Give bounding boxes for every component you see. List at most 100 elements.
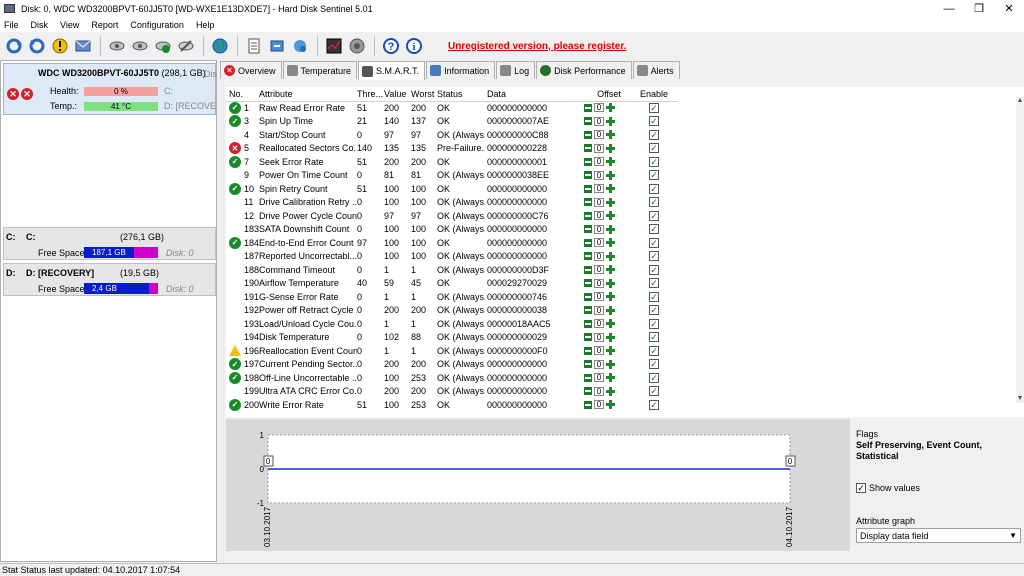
smart-row[interactable]: 194Disk Temperature010288OK (Always...00… <box>226 331 678 345</box>
checkbox-check-icon[interactable]: ✓ <box>856 483 866 493</box>
minus-icon[interactable] <box>584 306 592 315</box>
checkbox-check-icon[interactable]: ✓ <box>649 318 659 329</box>
plus-icon[interactable] <box>606 373 615 383</box>
plus-icon[interactable] <box>606 319 615 329</box>
disk-ok-icon[interactable] <box>152 36 173 57</box>
header-enable[interactable]: Enable <box>636 89 672 99</box>
checkbox-check-icon[interactable]: ✓ <box>649 129 659 140</box>
menu-file[interactable]: File <box>4 20 19 30</box>
checkbox-check-icon[interactable]: ✓ <box>649 305 659 316</box>
smart-row[interactable]: 183 SATA Downshift Count 0 100 100 OK (Always… <box>226 223 678 237</box>
header-data[interactable]: Data <box>487 89 582 99</box>
plus-icon[interactable] <box>606 359 615 369</box>
offset-value[interactable]: 0 <box>594 197 604 207</box>
checkbox-check-icon[interactable]: ✓ <box>649 116 659 127</box>
minus-icon[interactable] <box>584 238 592 247</box>
smart-row[interactable]: ✓ 3 Spin Up Time 21 140 137 OK 0000000007AE 0 ✓ <box>226 115 678 129</box>
partition-d-card[interactable]: D: D: [RECOVERY] (19,5 GB) Free Space 2,… <box>3 263 216 296</box>
plus-icon[interactable] <box>606 251 615 261</box>
vertical-scrollbar[interactable]: ▲ ▼ <box>1016 97 1024 403</box>
plus-icon[interactable] <box>606 238 615 248</box>
menu-view[interactable]: View <box>60 20 79 30</box>
checkbox-check-icon[interactable]: ✓ <box>649 386 659 397</box>
offset-value[interactable]: 0 <box>594 332 604 342</box>
checkbox-check-icon[interactable]: ✓ <box>649 102 659 113</box>
offset-value[interactable]: 0 <box>594 130 604 140</box>
minus-icon[interactable] <box>584 144 592 153</box>
plus-icon[interactable] <box>606 211 615 221</box>
scroll-up-icon[interactable]: ▲ <box>1016 97 1024 105</box>
network-icon[interactable] <box>266 36 287 57</box>
minus-icon[interactable] <box>584 103 592 112</box>
menu-report[interactable]: Report <box>91 20 118 30</box>
tab-overview[interactable]: ✕ Overview <box>220 61 282 79</box>
tab-log[interactable]: Log <box>496 61 536 79</box>
plus-icon[interactable] <box>606 386 615 396</box>
sound-icon[interactable] <box>346 36 367 57</box>
offset-value[interactable]: 0 <box>594 157 604 167</box>
plus-icon[interactable] <box>606 278 615 288</box>
checkbox-check-icon[interactable]: ✓ <box>649 156 659 167</box>
menu-configuration[interactable]: Configuration <box>130 20 184 30</box>
alert-icon[interactable] <box>49 36 70 57</box>
offset-value[interactable]: 0 <box>594 184 604 194</box>
offset-value[interactable]: 0 <box>594 251 604 261</box>
offset-value[interactable]: 0 <box>594 346 604 356</box>
checkbox-check-icon[interactable]: ✓ <box>649 224 659 235</box>
plus-icon[interactable] <box>606 224 615 234</box>
checkbox-check-icon[interactable]: ✓ <box>649 197 659 208</box>
minimize-button[interactable]: — <box>934 1 964 17</box>
minus-icon[interactable] <box>584 184 592 193</box>
minus-icon[interactable] <box>584 346 592 355</box>
disk-card[interactable]: WDC WD3200BPVT-60JJ5T0 (298,1 GB) Dis ✕ … <box>3 63 217 115</box>
checkbox-check-icon[interactable]: ✓ <box>649 183 659 194</box>
checkbox-check-icon[interactable]: ✓ <box>649 332 659 343</box>
refresh-all-icon[interactable] <box>26 36 47 57</box>
tab-temperature[interactable]: Temperature <box>282 61 358 79</box>
checkbox-check-icon[interactable]: ✓ <box>649 210 659 221</box>
offset-value[interactable]: 0 <box>594 211 604 221</box>
minus-icon[interactable] <box>584 225 592 234</box>
offset-value[interactable]: 0 <box>594 386 604 396</box>
smart-row[interactable]: ✓ 1 Raw Read Error Rate 51 200 200 OK 000000000… <box>226 101 678 115</box>
smart-row[interactable]: 187 Reported Uncorrectabl... 0 100 100 OK (Al… <box>226 250 678 264</box>
performance-chart-icon[interactable] <box>323 36 344 57</box>
smart-row[interactable]: 11 Drive Calibration Retry ... 0 100 100 OK (… <box>226 196 678 210</box>
plus-icon[interactable] <box>606 184 615 194</box>
checkbox-check-icon[interactable]: ✓ <box>649 264 659 275</box>
email-icon[interactable] <box>72 36 93 57</box>
offset-value[interactable]: 0 <box>594 143 604 153</box>
offset-value[interactable]: 0 <box>594 238 604 248</box>
remote-icon[interactable] <box>289 36 310 57</box>
offset-value[interactable]: 0 <box>594 319 604 329</box>
checkbox-check-icon[interactable]: ✓ <box>649 170 659 181</box>
offset-value[interactable]: 0 <box>594 224 604 234</box>
plus-icon[interactable] <box>606 130 615 140</box>
minus-icon[interactable] <box>584 400 592 409</box>
tab-information[interactable]: Information <box>426 61 496 79</box>
minus-icon[interactable] <box>584 252 592 261</box>
minus-icon[interactable] <box>584 292 592 301</box>
minus-icon[interactable] <box>584 279 592 288</box>
minus-icon[interactable] <box>584 319 592 328</box>
tab-alerts[interactable]: Alerts <box>632 61 680 79</box>
plus-icon[interactable] <box>606 332 615 342</box>
offset-value[interactable]: 0 <box>594 116 604 126</box>
offset-value[interactable]: 0 <box>594 305 604 315</box>
plus-icon[interactable] <box>606 305 615 315</box>
plus-icon[interactable] <box>606 116 615 126</box>
globe-icon[interactable] <box>209 36 230 57</box>
disk-test-icon[interactable] <box>106 36 127 57</box>
offset-value[interactable]: 0 <box>594 359 604 369</box>
header-no[interactable]: No. <box>229 89 243 99</box>
menu-disk[interactable]: Disk <box>31 20 49 30</box>
plus-icon[interactable] <box>606 103 615 113</box>
minus-icon[interactable] <box>584 130 592 139</box>
minus-icon[interactable] <box>584 198 592 207</box>
minus-icon[interactable] <box>584 387 592 396</box>
plus-icon[interactable] <box>606 346 615 356</box>
restore-button[interactable]: ❐ <box>964 1 994 17</box>
checkbox-check-icon[interactable]: ✓ <box>649 143 659 154</box>
smart-row[interactable]: ✓ 197 Current Pending Sector... 0 200 200 OK (… <box>226 358 678 372</box>
plus-icon[interactable] <box>606 197 615 207</box>
